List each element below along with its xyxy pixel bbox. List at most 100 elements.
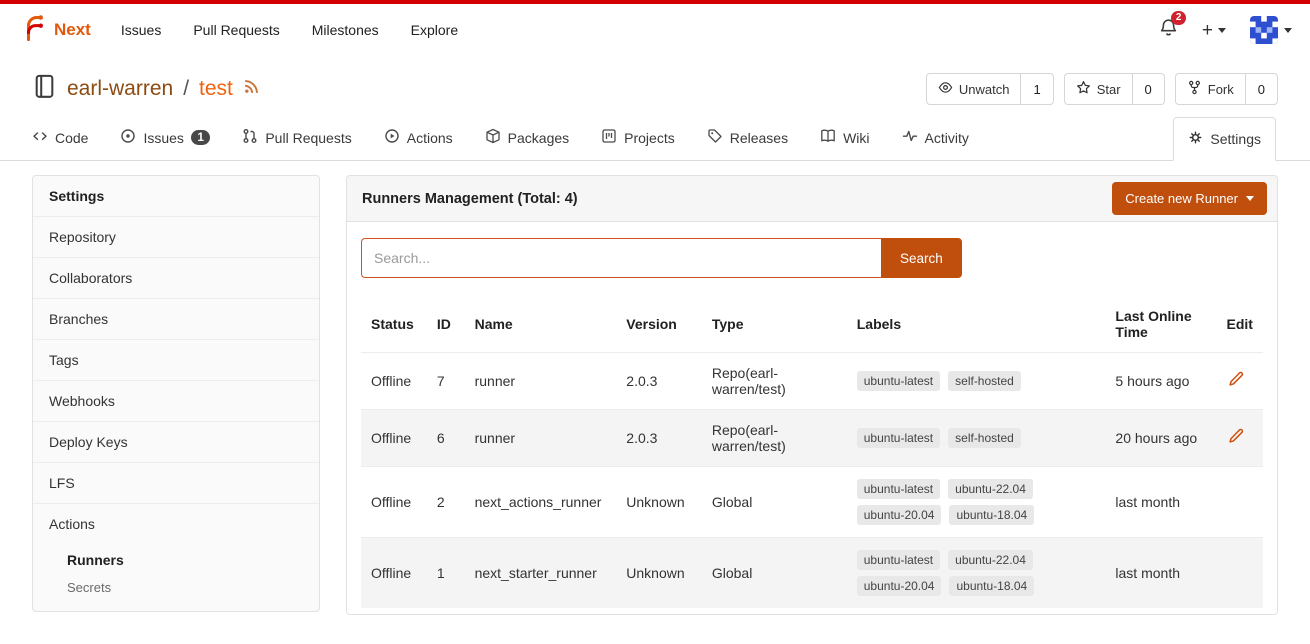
- sidebar-actions-submenu: Runners Secrets: [33, 544, 319, 611]
- forgejo-logo-icon: [18, 14, 46, 47]
- col-last-online: Last Online Time: [1105, 296, 1216, 353]
- star-count[interactable]: 0: [1133, 73, 1165, 105]
- label-chip: self-hosted: [948, 371, 1021, 391]
- runner-id: 6: [427, 410, 465, 467]
- plus-icon: +: [1202, 21, 1213, 40]
- fork-button[interactable]: Fork 0: [1175, 73, 1278, 105]
- rss-feed-icon[interactable]: [243, 77, 260, 101]
- edit-runner-button[interactable]: [1227, 432, 1244, 448]
- sidebar-item-collaborators[interactable]: Collaborators: [33, 257, 319, 298]
- repo-name-link[interactable]: test: [199, 77, 233, 101]
- sidebar-item-webhooks[interactable]: Webhooks: [33, 380, 319, 421]
- notifications-button[interactable]: 2: [1159, 18, 1178, 42]
- panel-body: Search Status ID Name Version Type Label…: [346, 222, 1278, 615]
- repo-title-separator: /: [183, 77, 189, 101]
- label-chip: self-hosted: [948, 428, 1021, 448]
- repo-tabbar: Code Issues 1 Pull Requests Actions: [0, 116, 1310, 161]
- sidebar-item-runners[interactable]: Runners: [33, 546, 319, 574]
- main-nav: Issues Pull Requests Milestones Explore: [121, 22, 458, 38]
- pulse-icon: [902, 128, 918, 147]
- runner-last-online: 20 hours ago: [1105, 410, 1216, 467]
- panel-header: Runners Management (Total: 4) Create new…: [346, 175, 1278, 222]
- pull-request-icon: [242, 128, 258, 147]
- create-menu-button[interactable]: +: [1202, 21, 1226, 40]
- nav-issues[interactable]: Issues: [121, 22, 161, 38]
- tab-wiki[interactable]: Wiki: [818, 116, 871, 160]
- sidebar-item-lfs[interactable]: LFS: [33, 462, 319, 503]
- runner-name: runner: [465, 410, 617, 467]
- col-id: ID: [427, 296, 465, 353]
- runner-last-online: 5 hours ago: [1105, 353, 1216, 410]
- project-board-icon: [601, 128, 617, 147]
- nav-milestones[interactable]: Milestones: [312, 22, 379, 38]
- col-name: Name: [465, 296, 617, 353]
- runners-table: Status ID Name Version Type Labels Last …: [361, 296, 1263, 608]
- col-version: Version: [616, 296, 702, 353]
- table-row: Offline 1 next_starter_runner Unknown Gl…: [361, 538, 1263, 609]
- label-chip: ubuntu-latest: [857, 479, 940, 499]
- tab-releases[interactable]: Releases: [705, 116, 790, 160]
- chevron-down-icon: [1246, 196, 1254, 201]
- runner-status: Offline: [361, 353, 427, 410]
- tab-label: Projects: [624, 130, 675, 146]
- tab-label: Actions: [407, 130, 453, 146]
- sidebar-item-actions[interactable]: Actions: [33, 503, 319, 544]
- runner-id: 1: [427, 538, 465, 609]
- nav-pull-requests[interactable]: Pull Requests: [193, 22, 279, 38]
- sidebar-item-deploy-keys[interactable]: Deploy Keys: [33, 421, 319, 462]
- tab-activity[interactable]: Activity: [900, 116, 971, 160]
- create-new-runner-button[interactable]: Create new Runner: [1112, 182, 1267, 215]
- tab-label: Code: [55, 130, 88, 146]
- tab-code[interactable]: Code: [30, 116, 90, 160]
- brand-label: Next: [54, 20, 91, 40]
- avatar: [1250, 16, 1278, 44]
- runners-panel: Runners Management (Total: 4) Create new…: [346, 175, 1278, 625]
- tab-actions[interactable]: Actions: [382, 116, 455, 160]
- watch-button[interactable]: Unwatch 1: [926, 73, 1054, 105]
- tab-packages[interactable]: Packages: [483, 116, 571, 160]
- table-header-row: Status ID Name Version Type Labels Last …: [361, 296, 1263, 353]
- user-menu-button[interactable]: [1250, 16, 1292, 44]
- tab-issues[interactable]: Issues 1: [118, 116, 212, 160]
- runner-type: Global: [702, 467, 847, 538]
- sidebar-item-repository[interactable]: Repository: [33, 216, 319, 257]
- issues-count-badge: 1: [191, 130, 210, 145]
- search-button[interactable]: Search: [881, 238, 962, 278]
- tab-label: Settings: [1210, 131, 1261, 147]
- tab-projects[interactable]: Projects: [599, 116, 677, 160]
- tab-label: Releases: [730, 130, 788, 146]
- panel-title: Runners Management (Total: 4): [362, 191, 578, 207]
- label-chip: ubuntu-22.04: [948, 479, 1033, 499]
- nav-explore[interactable]: Explore: [411, 22, 458, 38]
- notification-count-badge: 2: [1171, 11, 1186, 25]
- home-link[interactable]: Next: [18, 14, 91, 47]
- runner-labels: ubuntu-latest self-hosted: [847, 353, 1106, 410]
- create-new-runner-label: Create new Runner: [1125, 191, 1238, 206]
- search-input[interactable]: [361, 238, 881, 278]
- runner-status: Offline: [361, 410, 427, 467]
- code-icon: [32, 128, 48, 147]
- tab-label: Pull Requests: [265, 130, 351, 146]
- table-row: Offline 6 runner 2.0.3 Repo(earl-warren/…: [361, 410, 1263, 467]
- settings-sidebar: Settings Repository Collaborators Branch…: [32, 175, 320, 612]
- tab-label: Activity: [925, 130, 969, 146]
- fork-count[interactable]: 0: [1246, 73, 1278, 105]
- star-icon: [1076, 80, 1091, 98]
- sidebar-item-settings[interactable]: Settings: [33, 176, 319, 216]
- tab-settings[interactable]: Settings: [1173, 117, 1276, 161]
- star-button[interactable]: Star 0: [1064, 73, 1165, 105]
- sidebar-item-secrets[interactable]: Secrets: [33, 574, 319, 601]
- sidebar-actions-label: Actions: [49, 516, 95, 532]
- edit-runner-button[interactable]: [1227, 375, 1244, 391]
- label-chip: ubuntu-latest: [857, 371, 940, 391]
- sidebar-item-tags[interactable]: Tags: [33, 339, 319, 380]
- eye-icon: [938, 80, 953, 98]
- sidebar-item-branches[interactable]: Branches: [33, 298, 319, 339]
- repo-owner-link[interactable]: earl-warren: [67, 77, 173, 101]
- search-bar: Search: [361, 238, 1263, 278]
- watch-count[interactable]: 1: [1021, 73, 1053, 105]
- runner-labels: ubuntu-latest ubuntu-22.04 ubuntu-20.04 …: [847, 538, 1106, 609]
- table-row: Offline 7 runner 2.0.3 Repo(earl-warren/…: [361, 353, 1263, 410]
- tab-pull-requests[interactable]: Pull Requests: [240, 116, 353, 160]
- runner-name: runner: [465, 353, 617, 410]
